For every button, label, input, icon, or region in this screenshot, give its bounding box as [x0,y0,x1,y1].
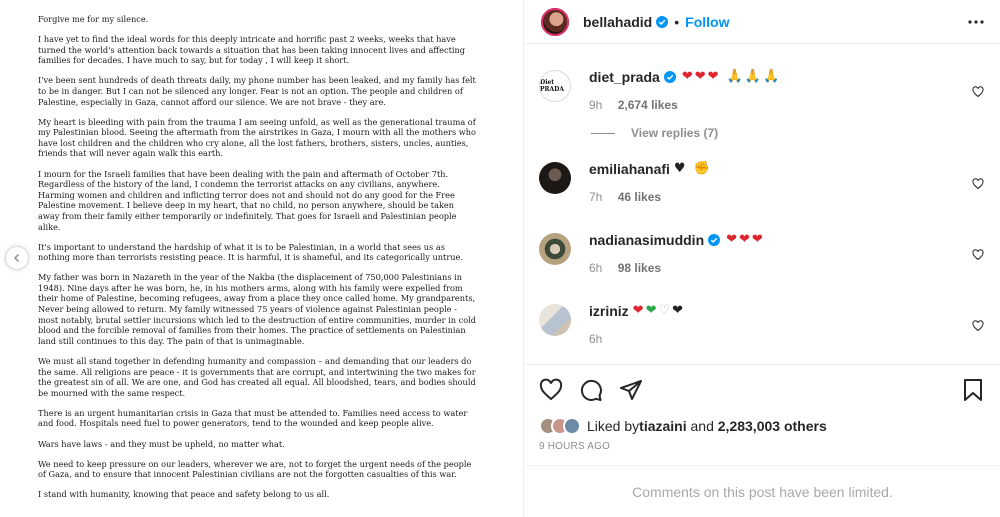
comment-time: 9h [589,98,603,112]
comment-button[interactable] [579,378,603,402]
bookmark-icon [964,379,982,401]
post-timestamp[interactable]: 9 HOURS AGO [539,441,984,452]
emoji-hearts: ❤❤❤ 🙏🙏🙏 [681,69,782,84]
heart-icon [539,378,563,401]
comment-likes[interactable]: 98 likes [618,261,661,275]
previous-slide-button[interactable] [5,246,29,270]
comment-username[interactable]: izriniz [589,302,629,320]
avatar[interactable] [539,233,571,265]
like-comment-icon[interactable] [972,249,984,261]
comment-icon [580,379,602,401]
save-button[interactable] [962,378,984,402]
comment-item: izriniz ❤❤♡❤ 6h [539,302,988,346]
action-bar [539,377,984,403]
like-comment-icon[interactable] [972,178,984,190]
liked-by-middle: and [686,418,718,434]
avatar[interactable] [539,304,571,336]
comment-item: Diet PRADA diet_prada ❤❤❤ 🙏🙏🙏 9h 2,674 l… [539,68,988,112]
comment-text: nadianasimuddin ❤❤❤ [589,231,988,249]
avatar[interactable] [539,162,571,194]
comments-list: Diet PRADA diet_prada ❤❤❤ 🙏🙏🙏 9h 2,674 l… [525,44,1000,401]
separator-dot: • [674,13,680,30]
like-comment-icon[interactable] [972,86,984,98]
comment-meta: 6h 98 likes [589,261,988,275]
comment-likes[interactable]: 2,674 likes [618,98,678,112]
avatar[interactable]: Diet PRADA [539,70,571,102]
comment-time: 6h [589,332,603,346]
send-icon [620,380,642,400]
letter-paragraph: Wars have laws - and they must be upheld… [38,438,285,449]
share-button[interactable] [619,378,643,402]
verified-badge-icon [663,71,676,83]
post-actions: Liked by tiazaini and 2,283,003 others 9… [525,364,1000,452]
post-image: Forgive me for my silence. I have yet to… [0,0,524,517]
letter-paragraph: I mourn for the Israeli families that ha… [38,168,457,232]
like-comment-icon[interactable] [972,320,984,332]
letter-paragraph: I've been sent hundreds of death threats… [38,75,476,107]
likes-count[interactable]: 2,283,003 others [718,418,827,434]
comment-text: izriniz ❤❤♡❤ [589,302,988,320]
comment-item: emiliahanafi ♥ ✊ 7h 46 likes [539,160,988,204]
follow-button[interactable]: Follow [685,14,729,30]
divider [591,132,615,134]
emoji-hearts: ❤❤♡❤ [632,303,686,318]
comment-item: nadianasimuddin ❤❤❤ 6h 98 likes [539,231,988,275]
avatar [563,417,581,435]
comment-text: emiliahanafi ♥ ✊ [589,160,988,178]
more-options-button[interactable] [968,19,984,24]
letter-paragraph: I stand with humanity, knowing that peac… [38,489,330,500]
comment-username[interactable]: nadianasimuddin [589,231,704,249]
comment-username[interactable]: emiliahanafi [589,160,670,178]
liker-avatars[interactable] [539,417,581,435]
letter-paragraph: We need to keep pressure on our leaders,… [38,458,472,480]
view-replies-button[interactable]: View replies (7) [591,126,988,140]
letter-paragraph: Forgive me for my silence. [38,14,149,24]
letter-paragraph: There is an urgent humanitarian crisis i… [38,407,468,429]
avatar[interactable] [539,5,571,38]
statement-letter: Forgive me for my silence. I have yet to… [38,14,478,509]
letter-paragraph: We must all stand together in defending … [38,355,476,398]
comment-text: diet_prada ❤❤❤ 🙏🙏🙏 [589,68,988,86]
comment-time: 6h [589,261,603,275]
comment-username[interactable]: diet_prada [589,68,660,86]
emoji-content: ♥ ✊ [673,161,712,176]
chevron-left-icon [13,253,20,263]
post-header: bellahadid • Follow [525,0,1000,44]
emoji-hearts: ❤❤❤ [726,232,765,247]
like-button[interactable] [539,378,563,402]
view-replies-label: View replies (7) [631,126,719,140]
letter-paragraph: My heart is bleeding with pain from the … [38,116,476,159]
verified-badge-icon [708,234,721,246]
comment-meta: 7h 46 likes [589,190,988,204]
letter-paragraph: It's important to understand the hardshi… [38,241,463,263]
letter-paragraph: I have yet to find the ideal words for t… [38,34,466,66]
comment-time: 7h [589,190,603,204]
more-icon [968,19,984,24]
liked-by-user[interactable]: tiazaini [639,418,686,434]
liked-by: Liked by tiazaini and 2,283,003 others [539,417,984,435]
verified-badge-icon [656,15,669,28]
comment-likes[interactable]: 46 likes [618,190,661,204]
liked-by-prefix: Liked by [587,418,640,434]
comment-meta: 9h 2,674 likes [589,98,988,112]
comments-limited-notice: Comments on this post have been limited. [525,465,1000,517]
comment-meta: 6h [589,332,988,346]
author-username[interactable]: bellahadid [583,14,652,30]
letter-paragraph: My father was born in Nazareth in the ye… [38,272,476,346]
